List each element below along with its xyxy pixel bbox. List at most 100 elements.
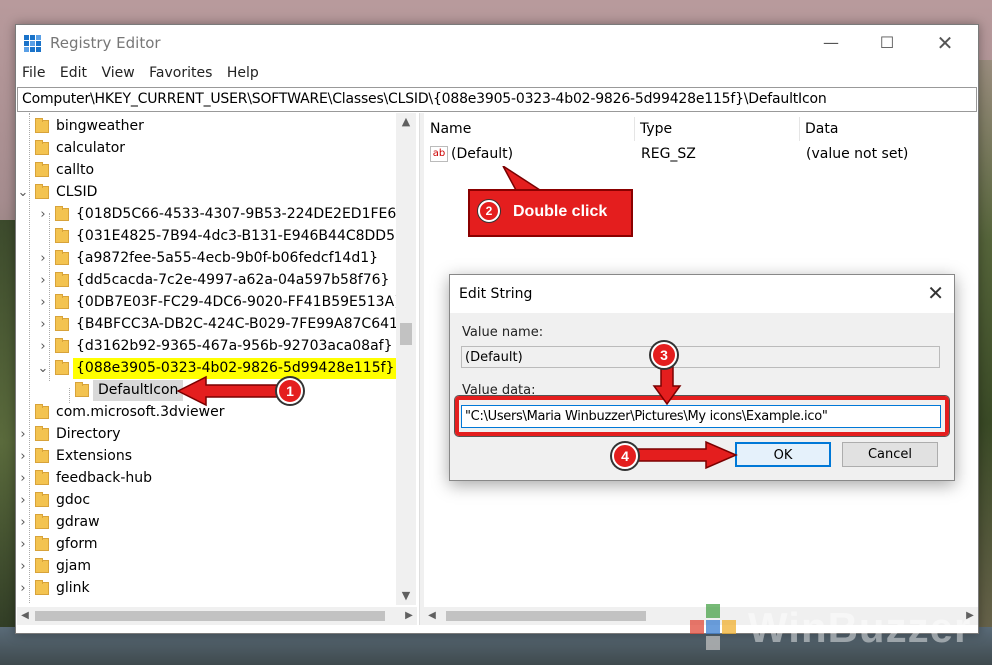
folder-icon bbox=[35, 448, 49, 463]
tree-item-clsid-031e[interactable]: {031E4825-7B94-4dc3-B131-E946B44C8DD5} bbox=[17, 226, 404, 247]
scroll-left-icon[interactable]: ◀ bbox=[17, 607, 33, 625]
menu-favorites[interactable]: Favorites bbox=[144, 61, 217, 81]
address-bar[interactable]: Computer\HKEY_CURRENT_USER\SOFTWARE\Clas… bbox=[17, 87, 977, 112]
tree-item-label: gdoc bbox=[56, 492, 91, 508]
menu-file[interactable]: File bbox=[16, 61, 50, 81]
chevron-right-icon[interactable]: › bbox=[37, 248, 49, 269]
menu-bar: File Edit View Favorites Help bbox=[16, 61, 978, 87]
tree-item-gdoc[interactable]: › gdoc bbox=[17, 490, 397, 511]
chevron-right-icon[interactable]: › bbox=[37, 314, 49, 335]
folder-icon bbox=[55, 250, 69, 265]
tree-item-label: bingweather bbox=[56, 118, 144, 134]
folder-icon bbox=[35, 536, 49, 551]
folder-icon bbox=[35, 558, 49, 573]
tree-item-label: {0DB7E03F-FC29-4DC6-9020-FF41B59E513A} bbox=[76, 294, 404, 310]
column-header-data[interactable]: Data bbox=[799, 117, 965, 141]
string-value-icon: ab bbox=[430, 146, 448, 162]
chevron-right-icon[interactable]: › bbox=[17, 578, 29, 599]
chevron-right-icon[interactable]: › bbox=[37, 292, 49, 313]
folder-icon bbox=[35, 162, 49, 177]
tree-horizontal-scrollbar[interactable]: ◀ ▶ bbox=[17, 607, 417, 625]
scroll-right-icon[interactable]: ▶ bbox=[401, 607, 417, 625]
folder-icon bbox=[35, 426, 49, 441]
chevron-right-icon[interactable]: › bbox=[17, 468, 29, 489]
chevron-down-icon[interactable]: ⌄ bbox=[17, 182, 29, 203]
menu-help[interactable]: Help bbox=[222, 61, 264, 81]
step-badge-1: 1 bbox=[277, 378, 303, 404]
tree-item-clsid-a987[interactable]: › {a9872fee-5a55-4ecb-9b0f-b06fedcf14d1} bbox=[17, 248, 397, 269]
callout-double-click: 2 Double click bbox=[468, 189, 633, 237]
value-data-cell: (value not set) bbox=[806, 146, 909, 162]
tree-vertical-scrollbar[interactable]: ▲ ▼ bbox=[396, 113, 416, 605]
chevron-right-icon[interactable]: › bbox=[17, 512, 29, 533]
close-icon[interactable]: ✕ bbox=[927, 281, 944, 305]
ok-button[interactable]: OK bbox=[735, 442, 831, 467]
tree-item-label: Extensions bbox=[56, 448, 133, 464]
tree-item-gdraw[interactable]: › gdraw bbox=[17, 512, 397, 533]
chevron-right-icon[interactable]: › bbox=[37, 204, 49, 225]
chevron-down-icon[interactable]: ⌄ bbox=[37, 358, 49, 379]
tree-item-clsid-d316[interactable]: › {d3162b92-9365-467a-956b-92703aca08af} bbox=[17, 336, 397, 357]
step-badge-3: 3 bbox=[651, 342, 677, 368]
chevron-right-icon[interactable]: › bbox=[37, 270, 49, 291]
column-header-name[interactable]: Name bbox=[424, 117, 628, 141]
chevron-right-icon[interactable]: › bbox=[17, 534, 29, 555]
tree-item-bingweather[interactable]: bingweather bbox=[17, 116, 397, 137]
tree-item-calculator[interactable]: calculator bbox=[17, 138, 397, 159]
tree-item-directory[interactable]: › Directory bbox=[17, 424, 397, 445]
folder-icon bbox=[55, 272, 69, 287]
value-data-input[interactable]: "C:\Users\Maria Winbuzzer\Pictures\My ic… bbox=[461, 405, 941, 428]
scroll-up-icon[interactable]: ▲ bbox=[396, 113, 416, 131]
close-icon[interactable]: ✕ bbox=[922, 25, 968, 61]
folder-icon bbox=[55, 206, 69, 221]
tree-item-label: gdraw bbox=[56, 514, 100, 530]
menu-view[interactable]: View bbox=[96, 61, 139, 81]
minimize-icon[interactable]: — bbox=[808, 25, 854, 61]
chevron-right-icon[interactable]: › bbox=[17, 424, 29, 445]
value-name-cell: (Default) bbox=[451, 146, 514, 162]
folder-icon bbox=[35, 118, 49, 133]
tree-item-clsid-b4bf[interactable]: › {B4BFCC3A-DB2C-424C-B029-7FE99A87C641} bbox=[17, 314, 407, 335]
chevron-right-icon[interactable]: › bbox=[17, 446, 29, 467]
chevron-right-icon[interactable]: › bbox=[17, 556, 29, 577]
column-header-type[interactable]: Type bbox=[634, 117, 790, 141]
tree-item-clsid-0db7[interactable]: › {0DB7E03F-FC29-4DC6-9020-FF41B59E513A} bbox=[17, 292, 403, 313]
tree-item-callto[interactable]: callto bbox=[17, 160, 397, 181]
chevron-right-icon[interactable]: › bbox=[37, 336, 49, 357]
folder-icon bbox=[35, 184, 49, 199]
tree-item-gjam[interactable]: › gjam bbox=[17, 556, 397, 577]
tree-item-gform[interactable]: › gform bbox=[17, 534, 397, 555]
maximize-icon[interactable]: ☐ bbox=[864, 25, 910, 61]
cancel-button[interactable]: Cancel bbox=[842, 442, 938, 467]
chevron-right-icon[interactable]: › bbox=[17, 490, 29, 511]
tree-item-label: {d3162b92-9365-467a-956b-92703aca08af} bbox=[76, 338, 393, 354]
folder-icon bbox=[35, 580, 49, 595]
watermark-text: WinBuzzer bbox=[748, 604, 972, 651]
folder-icon bbox=[35, 470, 49, 485]
tree-item-glink[interactable]: › glink bbox=[17, 578, 397, 599]
scroll-thumb[interactable] bbox=[35, 611, 385, 621]
title-bar[interactable]: Registry Editor — ☐ ✕ bbox=[16, 25, 978, 61]
tree-item-label: gjam bbox=[56, 558, 91, 574]
dialog-title-bar[interactable]: Edit String ✕ bbox=[450, 275, 954, 313]
scroll-down-icon[interactable]: ▼ bbox=[396, 587, 416, 605]
tree-item-clsid[interactable]: ⌄ CLSID bbox=[17, 182, 397, 203]
regedit-icon bbox=[24, 35, 42, 53]
folder-icon bbox=[55, 228, 69, 243]
tree-item-clsid-dd5c[interactable]: › {dd5cacda-7c2e-4997-a62a-04a597b58f76} bbox=[17, 270, 397, 291]
tree-item-label: calculator bbox=[56, 140, 126, 156]
tree-item-label: CLSID bbox=[56, 184, 98, 200]
tree-item-label: Directory bbox=[56, 426, 121, 442]
value-name-field: (Default) bbox=[461, 346, 940, 368]
window-title: Registry Editor bbox=[50, 34, 161, 52]
dialog-title: Edit String bbox=[459, 286, 533, 302]
scroll-thumb[interactable] bbox=[400, 323, 412, 345]
scroll-left-icon[interactable]: ◀ bbox=[424, 607, 440, 625]
menu-edit[interactable]: Edit bbox=[55, 61, 92, 81]
folder-icon bbox=[55, 360, 69, 375]
tree-item-clsid-018d[interactable]: › {018D5C66-4533-4307-9B53-224DE2ED1FE6} bbox=[17, 204, 405, 225]
scroll-thumb[interactable] bbox=[446, 611, 646, 621]
tree-item-label: {a9872fee-5a55-4ecb-9b0f-b06fedcf14d1} bbox=[76, 250, 379, 266]
tree-item-extensions[interactable]: › Extensions bbox=[17, 446, 397, 467]
tree-item-feedback-hub[interactable]: › feedback-hub bbox=[17, 468, 397, 489]
